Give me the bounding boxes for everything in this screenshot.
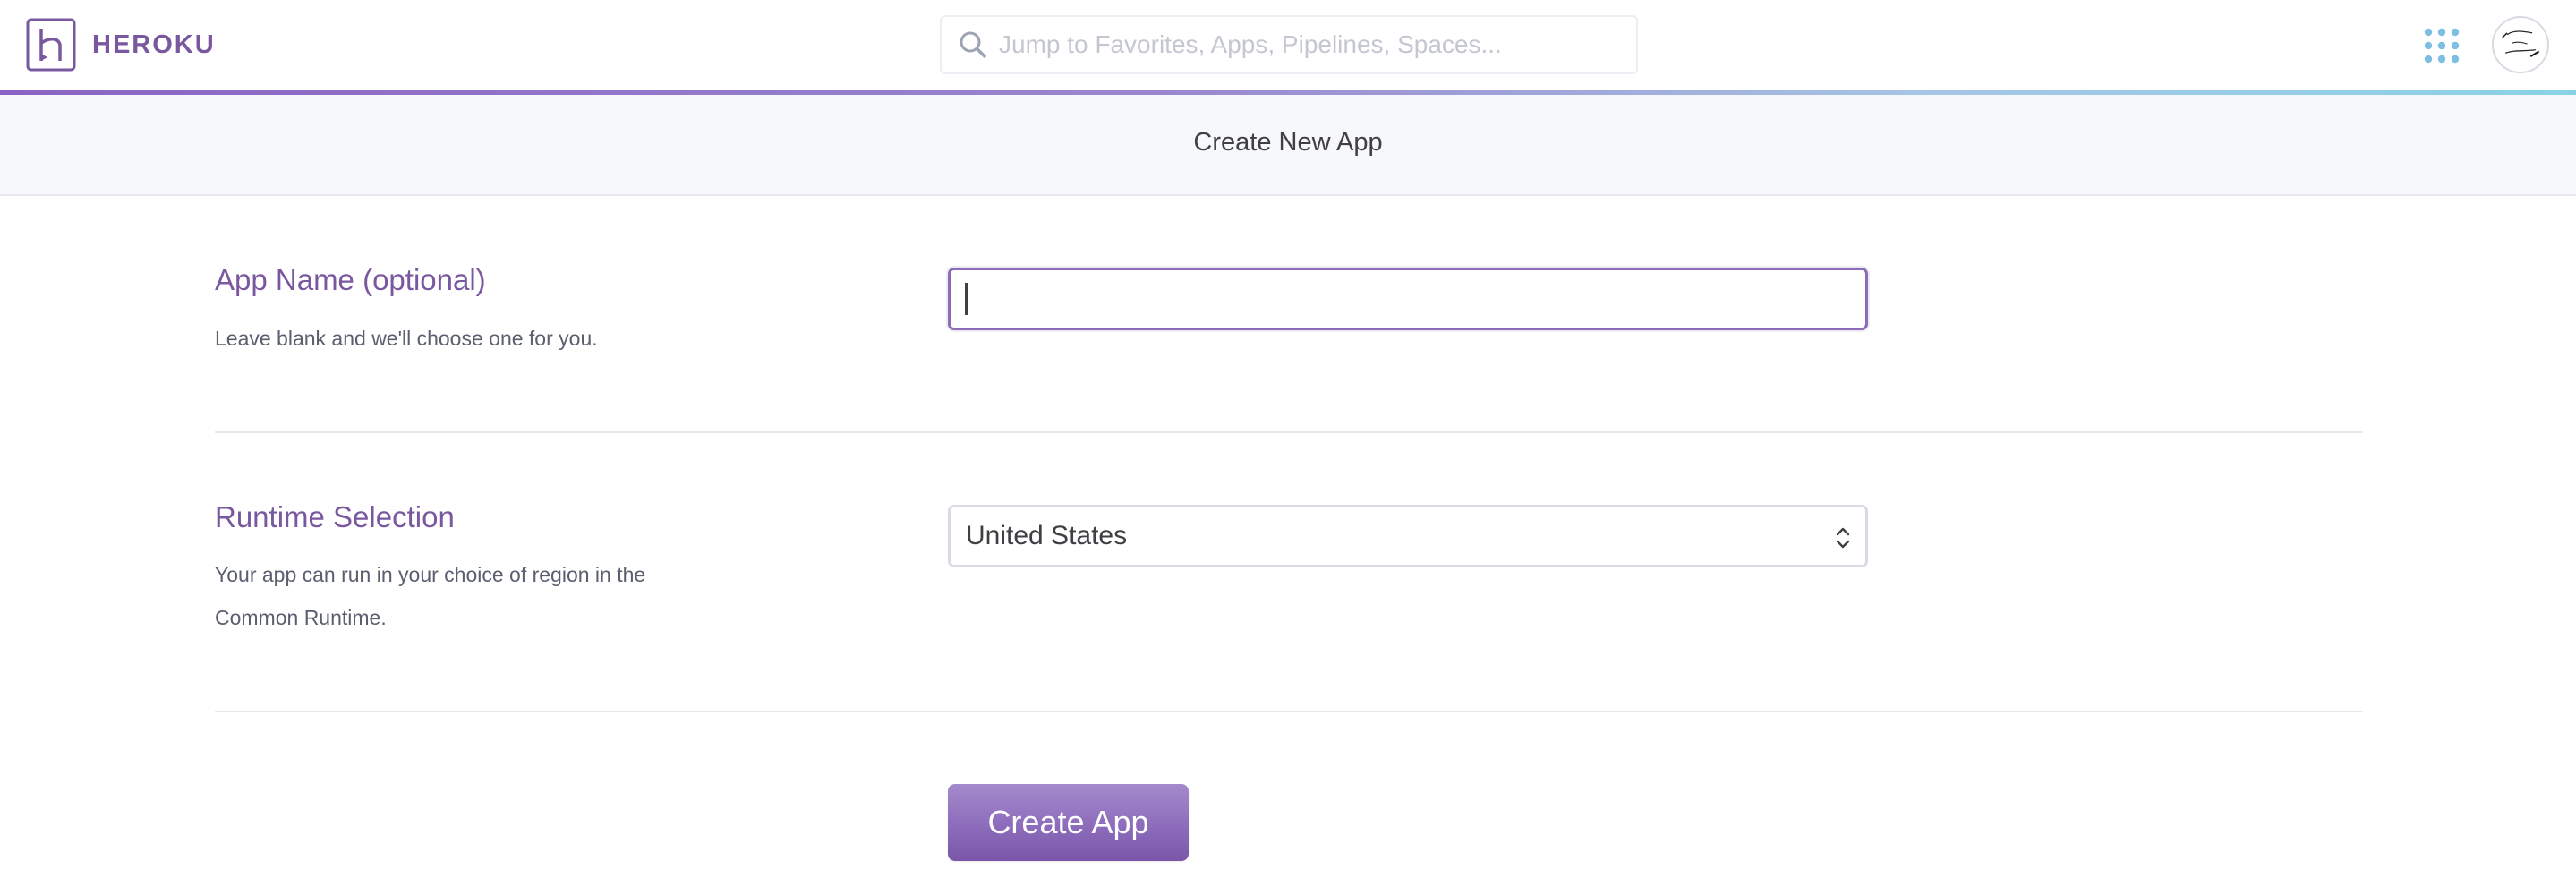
runtime-selection-help: Your app can run in your choice of regio… [215, 563, 646, 629]
top-nav: HEROKU [0, 0, 2576, 90]
select-arrows-icon [1836, 527, 1850, 549]
avatar-image-icon [2501, 30, 2540, 58]
create-app-button[interactable]: Create App [948, 784, 1189, 861]
runtime-selection-label: Runtime Selection [215, 500, 455, 533]
page-title: Create New App [1193, 128, 1383, 157]
region-select[interactable]: United States [948, 505, 1868, 567]
search-input[interactable] [999, 25, 1625, 64]
search-icon [960, 31, 986, 58]
heroku-home-link[interactable]: HEROKU [26, 18, 216, 72]
text-cursor [965, 283, 968, 315]
page-header: Create New App [0, 95, 2576, 196]
section-divider [215, 711, 2363, 712]
app-name-help: Leave blank and we'll choose one for you… [215, 327, 598, 350]
app-name-input[interactable] [948, 268, 1868, 330]
app-name-label: App Name (optional) [215, 263, 486, 296]
region-select-value: United States [966, 521, 1128, 550]
search-box[interactable] [940, 15, 1638, 74]
section-divider [215, 431, 2363, 433]
avatar[interactable] [2492, 16, 2549, 73]
apps-grid-icon[interactable] [2424, 28, 2460, 64]
heroku-logo-icon [26, 18, 76, 72]
brand-name: HEROKU [92, 30, 216, 59]
